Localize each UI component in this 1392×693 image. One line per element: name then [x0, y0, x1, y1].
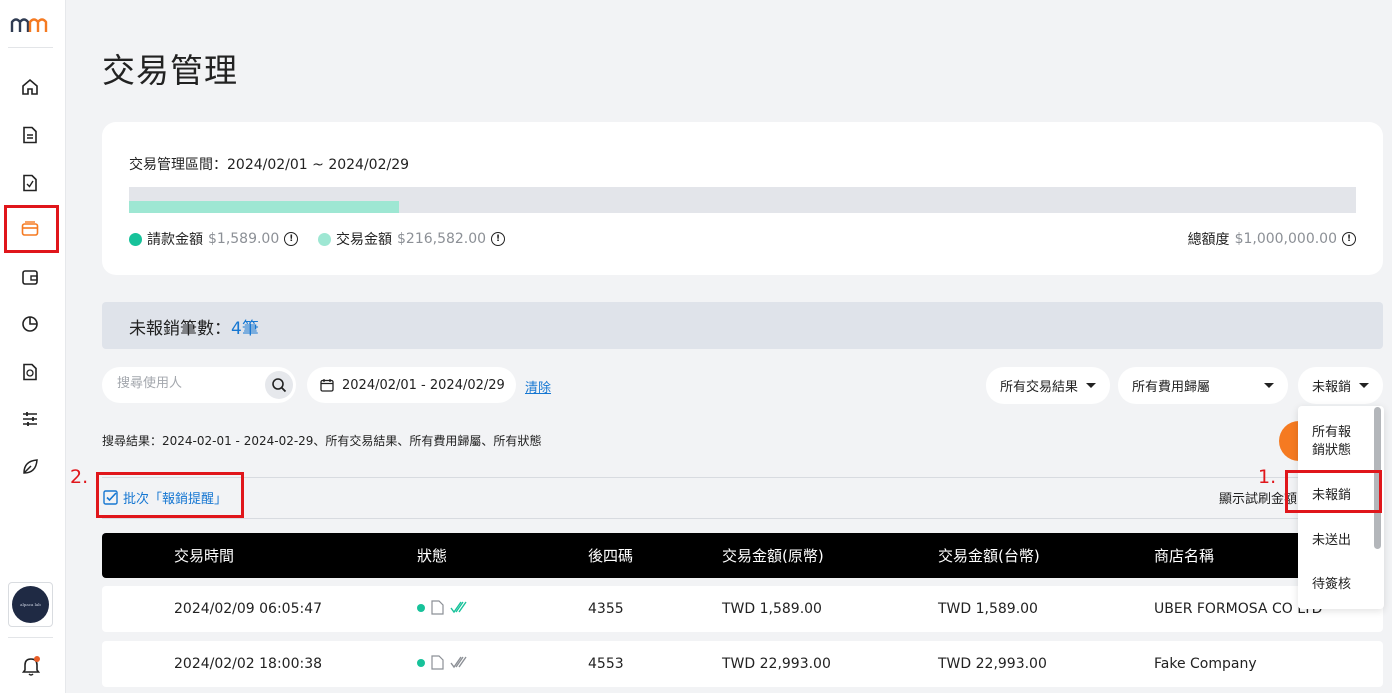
- notification-dot: [34, 656, 40, 662]
- col-header-status[interactable]: 狀態: [417, 545, 447, 566]
- status-dot-icon: [417, 603, 425, 612]
- status-icons: [417, 600, 468, 615]
- claim-dot-icon: [129, 232, 142, 246]
- sliders-icon[interactable]: [19, 408, 41, 430]
- search-button[interactable]: [265, 371, 293, 399]
- status-filter-label: 未報銷: [1312, 380, 1352, 395]
- total-value: $1,000,000.00: [1234, 231, 1337, 247]
- avatar-text: alpaca lab: [12, 586, 49, 623]
- leaf-icon[interactable]: [19, 456, 41, 478]
- results-summary: 搜尋結果：2024-02-01 - 2024-02-29、所有交易結果、所有費用…: [102, 434, 542, 448]
- menu-item-all-status-line2[interactable]: 銷狀態: [1312, 439, 1351, 458]
- banner-count: 4筆: [231, 319, 259, 339]
- date-range-picker[interactable]: 2024/02/01 - 2024/02/29: [307, 367, 516, 403]
- summary-card: 交易管理區間：2024/02/01 ~ 2024/02/29 請款金額 $1,5…: [102, 122, 1383, 275]
- sidebar-divider: [8, 47, 53, 48]
- wallet-icon[interactable]: [19, 266, 41, 288]
- home-icon[interactable]: [19, 76, 41, 98]
- menu-item-all-status-line1[interactable]: 所有報: [1312, 421, 1351, 440]
- caret-down-icon: [1264, 383, 1274, 388]
- page-title: 交易管理: [102, 51, 238, 90]
- txn-value: $216,582.00: [397, 231, 487, 247]
- txn-legend: 交易金額 $216,582.00 !: [318, 229, 506, 249]
- usage-bar: [129, 187, 1356, 213]
- cell-twd-amount: TWD 22,993.00: [938, 656, 1047, 672]
- total-legend: 總額度 $1,000,000.00 !: [1188, 229, 1356, 249]
- double-check-icon: [450, 601, 467, 614]
- annotation-box-2: [96, 472, 244, 518]
- status-dot-icon: [417, 658, 425, 667]
- clear-link[interactable]: 清除: [525, 377, 551, 396]
- claim-label: 請款金額: [147, 232, 203, 248]
- expense-filter-dropdown[interactable]: 所有費用歸屬: [1118, 367, 1288, 404]
- cell-store: Fake Company: [1154, 656, 1257, 672]
- cell-twd-amount: TWD 1,589.00: [938, 601, 1038, 617]
- col-header-last4[interactable]: 後四碼: [588, 545, 633, 566]
- divider: [102, 477, 1383, 478]
- col-header-store[interactable]: 商店名稱: [1154, 545, 1214, 566]
- total-label: 總額度: [1187, 232, 1230, 248]
- txn-label: 交易金額: [336, 232, 392, 248]
- pie-chart-icon[interactable]: [19, 313, 41, 335]
- result-filter-label: 所有交易結果: [1000, 380, 1079, 395]
- date-range-text: 2024/02/01 - 2024/02/29: [342, 377, 505, 393]
- cell-time: 2024/02/02 18:00:38: [174, 656, 323, 672]
- col-header-orig-amount[interactable]: 交易金額(原幣): [722, 545, 824, 566]
- unreimbursed-banner: 未報銷筆數：4筆: [102, 302, 1383, 349]
- banner-label: 未報銷筆數：: [129, 319, 231, 339]
- search-icon: [272, 378, 287, 393]
- table-row[interactable]: 2024/02/09 06:05:47 4355 TWD 1,589.00 TW…: [102, 586, 1383, 632]
- document-export-icon[interactable]: [19, 172, 41, 194]
- annotation-step-1: 1.: [1258, 466, 1277, 488]
- txn-dot-icon: [318, 232, 331, 246]
- money-document-icon[interactable]: [19, 361, 41, 383]
- claim-value: $1,589.00: [208, 231, 280, 247]
- period-text: 交易管理區間：2024/02/01 ~ 2024/02/29: [129, 157, 410, 173]
- info-icon[interactable]: !: [491, 232, 506, 246]
- claim-legend: 請款金額 $1,589.00 !: [129, 229, 299, 249]
- receipt-icon[interactable]: [431, 655, 444, 670]
- cell-orig-amount: TWD 22,993.00: [722, 656, 831, 672]
- double-check-icon: [450, 656, 467, 669]
- logo-icon[interactable]: [10, 14, 50, 36]
- annotation-box-1: [1285, 470, 1382, 513]
- cell-last4: 4553: [588, 656, 624, 672]
- sidebar-divider: [8, 637, 53, 638]
- menu-item-unsent[interactable]: 未送出: [1312, 529, 1351, 548]
- caret-down-icon: [1086, 383, 1096, 388]
- search-input[interactable]: [117, 376, 257, 391]
- document-icon[interactable]: [19, 124, 41, 146]
- cell-last4: 4355: [588, 601, 624, 617]
- col-header-time[interactable]: 交易時間: [174, 545, 234, 566]
- avatar[interactable]: alpaca lab: [8, 582, 53, 627]
- status-icons: [417, 655, 468, 670]
- caret-down-icon: [1359, 383, 1369, 388]
- banner-text: 未報銷筆數：4筆: [129, 314, 259, 339]
- sidebar: alpaca lab: [0, 0, 66, 693]
- table-header: 交易時間 狀態 後四碼 交易金額(原幣) 交易金額(台幣) 商店名稱: [102, 533, 1383, 578]
- annotation-step-2: 2.: [70, 466, 89, 488]
- expense-filter-label: 所有費用歸屬: [1132, 380, 1211, 395]
- status-filter-dropdown[interactable]: 未報銷: [1298, 367, 1383, 404]
- info-icon[interactable]: !: [1342, 232, 1356, 246]
- calendar-icon: [320, 379, 334, 392]
- cell-time: 2024/02/09 06:05:47: [174, 601, 323, 617]
- cell-orig-amount: TWD 1,589.00: [722, 601, 822, 617]
- active-nav-highlight: [4, 205, 59, 253]
- menu-item-pending[interactable]: 待簽核: [1312, 573, 1351, 592]
- info-icon[interactable]: !: [284, 232, 299, 246]
- receipt-icon[interactable]: [431, 600, 444, 615]
- divider: [102, 518, 1383, 519]
- usage-bar-fill: [129, 201, 399, 213]
- col-header-twd-amount[interactable]: 交易金額(台幣): [938, 545, 1040, 566]
- result-filter-dropdown[interactable]: 所有交易結果: [986, 367, 1110, 404]
- table-row[interactable]: 2024/02/02 18:00:38 4553 TWD 22,993.00 T…: [102, 641, 1383, 687]
- search-box: [102, 367, 296, 403]
